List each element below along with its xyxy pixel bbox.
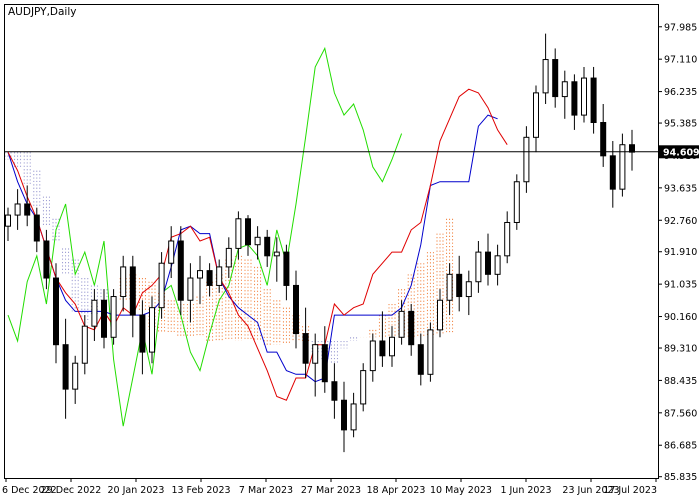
chart-root: 97.98597.11096.23595.38594.51093.63592.7…	[0, 0, 700, 500]
y-tick-label: 91.035	[664, 280, 697, 291]
candle-body-bullish	[350, 403, 357, 431]
candle-body-bearish	[206, 270, 213, 286]
y-tick-label: 86.685	[664, 441, 697, 452]
price-tag-label: 94.609	[663, 147, 700, 158]
candle-body-bullish	[504, 221, 511, 257]
candle-body-bearish	[293, 284, 299, 335]
candle-body-bullish	[81, 325, 88, 364]
y-tick-label: 93.635	[664, 183, 697, 194]
candle-body-bullish	[427, 329, 434, 375]
candle-body-bearish	[43, 240, 50, 279]
candle-body-bearish	[24, 203, 31, 216]
candle-body-bullish	[225, 247, 232, 268]
candle-body-bullish	[72, 362, 79, 390]
candle-body-bullish	[158, 262, 165, 309]
candle	[427, 322, 434, 382]
x-tick-label: 7 Mar 2023	[239, 485, 293, 496]
x-tick-label: 27 Mar 2023	[301, 485, 361, 496]
y-tick-label: 85.835	[664, 472, 697, 483]
candle	[110, 289, 117, 345]
candle-body-bearish	[600, 122, 607, 157]
candle-body-bullish	[398, 310, 405, 338]
x-tick-label: 17 Jul 2023	[603, 485, 657, 496]
candle-body-bearish	[417, 344, 424, 375]
candle-body-bullish	[446, 273, 453, 301]
candle-body-bearish	[62, 344, 69, 390]
x-tick-label: 13 Feb 2023	[171, 485, 230, 496]
price-tag: 94.609	[659, 145, 700, 159]
candle-body-bearish	[321, 344, 328, 383]
candle-body-bearish	[283, 251, 290, 286]
candle-body-bullish	[475, 251, 482, 283]
candle-body-bullish	[254, 236, 261, 246]
x-tick-label: 18 Apr 2023	[367, 485, 426, 496]
x-tick-label: 29 Dec 2022	[41, 485, 102, 496]
candle-body-bullish	[14, 203, 21, 216]
x-tick-label: 10 May 2023	[430, 485, 492, 496]
candle-body-bullish	[533, 92, 539, 138]
candle-body-bullish	[494, 255, 501, 275]
candle-body-bearish	[571, 81, 578, 116]
candle-body-bullish	[312, 344, 319, 364]
y-tick-label: 90.160	[664, 312, 697, 323]
candle-body-bullish	[91, 299, 98, 327]
candle-body-bullish	[523, 136, 530, 183]
candle-body-bullish	[513, 181, 520, 223]
candle-body-bullish	[273, 251, 280, 257]
y-tick-label: 95.385	[664, 119, 697, 130]
candle-body-bullish	[120, 266, 127, 298]
y-tick-label: 89.310	[664, 344, 697, 355]
y-tick-label: 91.910	[664, 247, 697, 258]
candle	[513, 174, 520, 230]
y-tick-label: 97.985	[664, 22, 697, 33]
candle-body-bearish	[245, 218, 251, 246]
x-tick-label: 1 Jun 2023	[500, 485, 551, 496]
candle-body-bullish	[561, 81, 568, 98]
candle-body-bullish	[542, 59, 549, 94]
candle-body-bearish	[177, 240, 184, 301]
audjpy-chart: 97.98597.11096.23595.38594.51093.63592.7…	[0, 0, 700, 500]
candle-body-bullish	[581, 77, 587, 116]
candle-body-bearish	[129, 266, 136, 316]
candle-body-bearish	[264, 236, 271, 257]
y-tick-label: 97.110	[664, 55, 697, 66]
candle-body-bearish	[629, 144, 635, 153]
candle-body-bearish	[33, 214, 40, 242]
candle-body-bearish	[331, 381, 338, 401]
candle-body-bullish	[149, 307, 155, 353]
x-tick-label: 20 Jan 2023	[108, 485, 165, 496]
candle-body-bearish	[302, 333, 309, 364]
candle-body-bullish	[235, 218, 242, 249]
y-tick-label: 88.435	[664, 376, 697, 387]
candle-body-bullish	[168, 240, 175, 264]
candle-body-bullish	[360, 370, 367, 405]
candle-body-bearish	[609, 155, 616, 190]
y-tick-label: 96.235	[664, 87, 697, 98]
candle-body-bearish	[101, 299, 107, 338]
candle-body-bearish	[590, 77, 597, 123]
candle-body-bearish	[485, 251, 491, 275]
candle-body-bullish	[389, 336, 395, 357]
candle-body-bullish	[5, 214, 11, 227]
candle-body-bearish	[139, 314, 146, 353]
candle-body-bullish	[197, 270, 203, 279]
candle-body-bullish	[187, 277, 194, 301]
candle-body-bullish	[437, 299, 443, 331]
candle-body-bearish	[552, 59, 559, 98]
candle-body-bullish	[216, 266, 223, 286]
candle-body-bullish	[369, 340, 376, 372]
y-tick-label: 87.560	[664, 408, 697, 419]
candle-body-bearish	[379, 340, 386, 357]
y-axis: 97.98597.11096.23595.38594.51093.63592.7…	[658, 22, 697, 483]
candle-body-bullish	[110, 296, 117, 338]
candle-body-bullish	[465, 281, 472, 298]
candle	[360, 363, 367, 412]
candle-body-bearish	[456, 273, 463, 298]
candle-body-bearish	[341, 399, 347, 431]
chart-title: AUDJPY,Daily	[8, 6, 76, 18]
y-tick-label: 92.760	[664, 216, 697, 227]
candle-body-bearish	[53, 277, 59, 346]
candle-body-bearish	[408, 310, 415, 346]
